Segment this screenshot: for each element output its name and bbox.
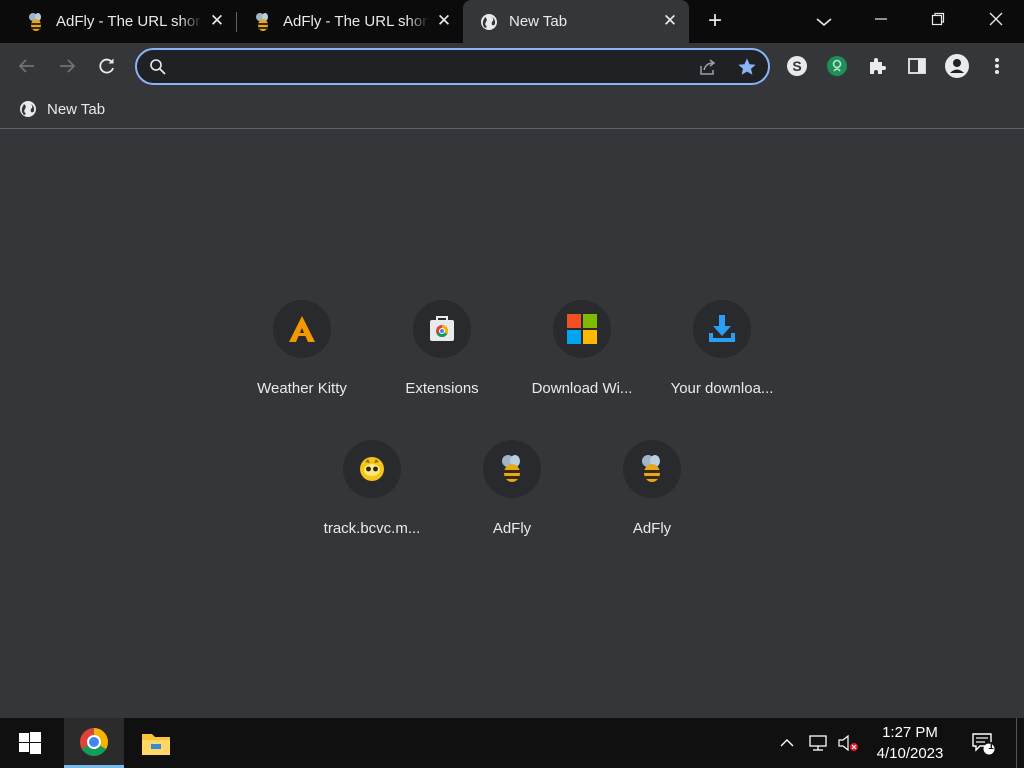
- reload-button[interactable]: [92, 51, 122, 81]
- download-icon: [693, 300, 751, 358]
- shortcut-label: AdFly: [492, 520, 532, 537]
- shortcut-label: AdFly: [632, 520, 672, 537]
- restore-button[interactable]: [910, 0, 966, 38]
- shortcut-tile[interactable]: Download Wi...: [512, 300, 652, 430]
- show-hidden-icons-chevron-icon[interactable]: [776, 718, 798, 768]
- windows-logo-icon: [553, 300, 611, 358]
- globe-icon: [18, 99, 38, 119]
- shortcut-tile[interactable]: Your downloa...: [652, 300, 792, 430]
- adfly-bee-icon: [253, 12, 273, 32]
- notification-count-badge: 1: [988, 741, 994, 752]
- shortcut-label: Extensions: [405, 380, 479, 397]
- show-desktop-divider[interactable]: [1016, 718, 1017, 768]
- bookmarks-bar: New Tab: [0, 89, 1024, 129]
- tab-strip: AdFly - The URL shortener ✕ AdFly - The …: [0, 0, 1024, 43]
- chrome-icon: [80, 727, 108, 756]
- menu-kebab-icon[interactable]: [982, 51, 1012, 81]
- tab-close-icon[interactable]: ✕: [661, 12, 679, 30]
- start-button[interactable]: [0, 718, 60, 768]
- folder-icon: [142, 734, 170, 755]
- extensions-puzzle-icon[interactable]: [862, 51, 892, 81]
- shortcut-label: Your downloa...: [670, 380, 774, 397]
- action-center-icon[interactable]: 1: [966, 718, 1000, 768]
- toolbar: S: [0, 43, 1024, 89]
- volume-muted-icon[interactable]: [835, 718, 861, 768]
- tab-adfly-1[interactable]: AdFly - The URL shortener ✕: [10, 0, 236, 43]
- profile-avatar-icon[interactable]: [942, 51, 972, 81]
- shortcut-tile[interactable]: Weather Kitty: [232, 300, 372, 430]
- address-input[interactable]: [173, 50, 693, 83]
- forward-button[interactable]: [52, 51, 82, 81]
- close-window-button[interactable]: [968, 0, 1024, 38]
- new-tab-button[interactable]: +: [702, 9, 728, 35]
- tab-title: New Tab: [509, 13, 568, 30]
- extension-green-icon[interactable]: [822, 51, 852, 81]
- bcvc-icon: [343, 440, 401, 498]
- adfly-bee-icon: [26, 12, 46, 32]
- network-icon[interactable]: [806, 718, 830, 768]
- adfly-bee-icon: [483, 440, 541, 498]
- tab-search-chevron-icon[interactable]: [812, 10, 836, 34]
- globe-icon: [479, 12, 499, 32]
- shortcut-tile[interactable]: Extensions: [372, 300, 512, 430]
- shortcut-label: track.bcvc.m...: [323, 520, 421, 537]
- windows-start-icon: [19, 732, 41, 754]
- address-bar[interactable]: [135, 48, 770, 85]
- shortcut-tile[interactable]: AdFly: [582, 440, 722, 570]
- clock-date: 4/10/2023: [876, 745, 944, 762]
- browser-window: AdFly - The URL shortener ✕ AdFly - The …: [0, 0, 1024, 718]
- bookmark-new-tab[interactable]: New Tab: [18, 97, 105, 121]
- taskbar-file-explorer-button[interactable]: [126, 718, 186, 768]
- shortcut-tile[interactable]: track.bcvc.m...: [302, 440, 442, 570]
- bookmark-label: New Tab: [47, 100, 106, 118]
- tab-title: AdFly - The URL shortener: [56, 13, 202, 30]
- tab-close-icon[interactable]: ✕: [435, 12, 453, 30]
- extension-s-icon[interactable]: S: [782, 51, 812, 81]
- bookmark-star-icon[interactable]: [737, 57, 757, 77]
- tab-adfly-2[interactable]: AdFly - The URL shortener ✕: [237, 0, 463, 43]
- share-icon[interactable]: [698, 57, 718, 77]
- shortcut-label: Weather Kitty: [257, 380, 347, 397]
- back-button[interactable]: [12, 51, 42, 81]
- weather-kitty-icon: [273, 300, 331, 358]
- shortcuts-grid: Weather Kitty Extensions Download Wi... …: [0, 130, 1024, 718]
- chrome-web-store-icon: [413, 300, 471, 358]
- tab-close-icon[interactable]: ✕: [208, 12, 226, 30]
- shortcut-label: Download Wi...: [531, 380, 633, 397]
- clock-time: 1:27 PM: [882, 724, 938, 741]
- adfly-bee-icon: [623, 440, 681, 498]
- taskbar-chrome-button[interactable]: [64, 718, 124, 768]
- tab-new-tab[interactable]: New Tab ✕: [463, 0, 689, 43]
- svg-text:S: S: [792, 58, 801, 74]
- minimize-button[interactable]: [853, 0, 909, 38]
- windows-taskbar: 1:27 PM 4/10/2023 1: [0, 718, 1024, 768]
- side-panel-icon[interactable]: [902, 51, 932, 81]
- search-icon: [148, 57, 168, 77]
- tab-title: AdFly - The URL shortener: [283, 13, 429, 30]
- system-clock[interactable]: 1:27 PM 4/10/2023: [862, 722, 958, 764]
- shortcut-tile[interactable]: AdFly: [442, 440, 582, 570]
